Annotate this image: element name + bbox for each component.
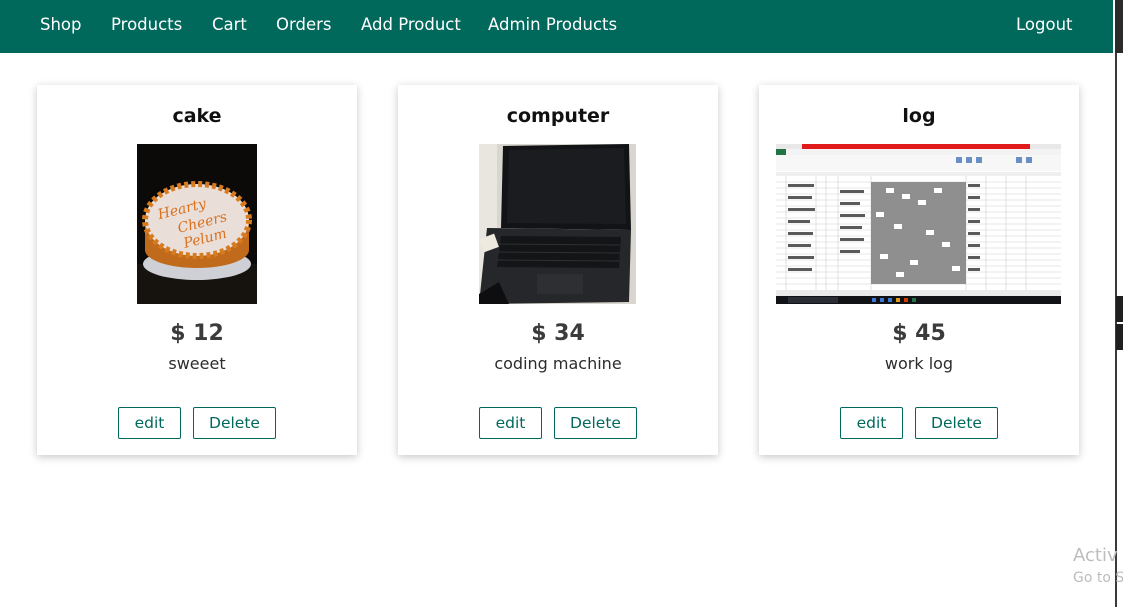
- product-card-log: log $ 45 work log edit Delete: [759, 85, 1079, 455]
- nav-shop-link[interactable]: Shop: [40, 0, 82, 53]
- product-card-computer: computer $ 34 coding machine edit Delete: [398, 85, 718, 455]
- product-title: cake: [172, 105, 222, 127]
- product-description: coding machine: [494, 354, 622, 373]
- nav-products-link[interactable]: Products: [111, 0, 182, 53]
- product-price: $ 34: [531, 321, 585, 346]
- edit-button[interactable]: edit: [479, 407, 542, 439]
- product-image-log: [776, 144, 1061, 304]
- product-description: sweeet: [168, 354, 226, 373]
- product-price: $ 12: [170, 321, 224, 346]
- product-image-cake: Hearty Cheers Pelum: [137, 144, 257, 304]
- delete-button[interactable]: Delete: [554, 407, 637, 439]
- activation-watermark-subtitle: Go to S: [1073, 570, 1123, 586]
- product-card-cake: cake Hearty Cheers Pelum $ 12 sweeet edi…: [37, 85, 357, 455]
- delete-button[interactable]: Delete: [193, 407, 276, 439]
- adjacent-window-edge: [1113, 0, 1123, 607]
- activation-watermark-title: Activ: [1073, 545, 1118, 566]
- nav-admin-products-link[interactable]: Admin Products: [488, 0, 617, 53]
- delete-button[interactable]: Delete: [915, 407, 998, 439]
- nav-logout-link[interactable]: Logout: [1016, 0, 1073, 53]
- nav-add-product-link[interactable]: Add Product: [361, 0, 461, 53]
- product-price: $ 45: [892, 321, 946, 346]
- product-image-computer: [479, 144, 636, 304]
- nav-orders-link[interactable]: Orders: [276, 0, 332, 53]
- nav-cart-link[interactable]: Cart: [212, 0, 247, 53]
- product-description: work log: [884, 354, 954, 373]
- edit-button[interactable]: edit: [840, 407, 903, 439]
- main-navbar: Shop Products Cart Orders Add Product Ad…: [0, 0, 1113, 53]
- edit-button[interactable]: edit: [118, 407, 181, 439]
- product-title: computer: [506, 105, 610, 127]
- product-title: log: [902, 105, 936, 127]
